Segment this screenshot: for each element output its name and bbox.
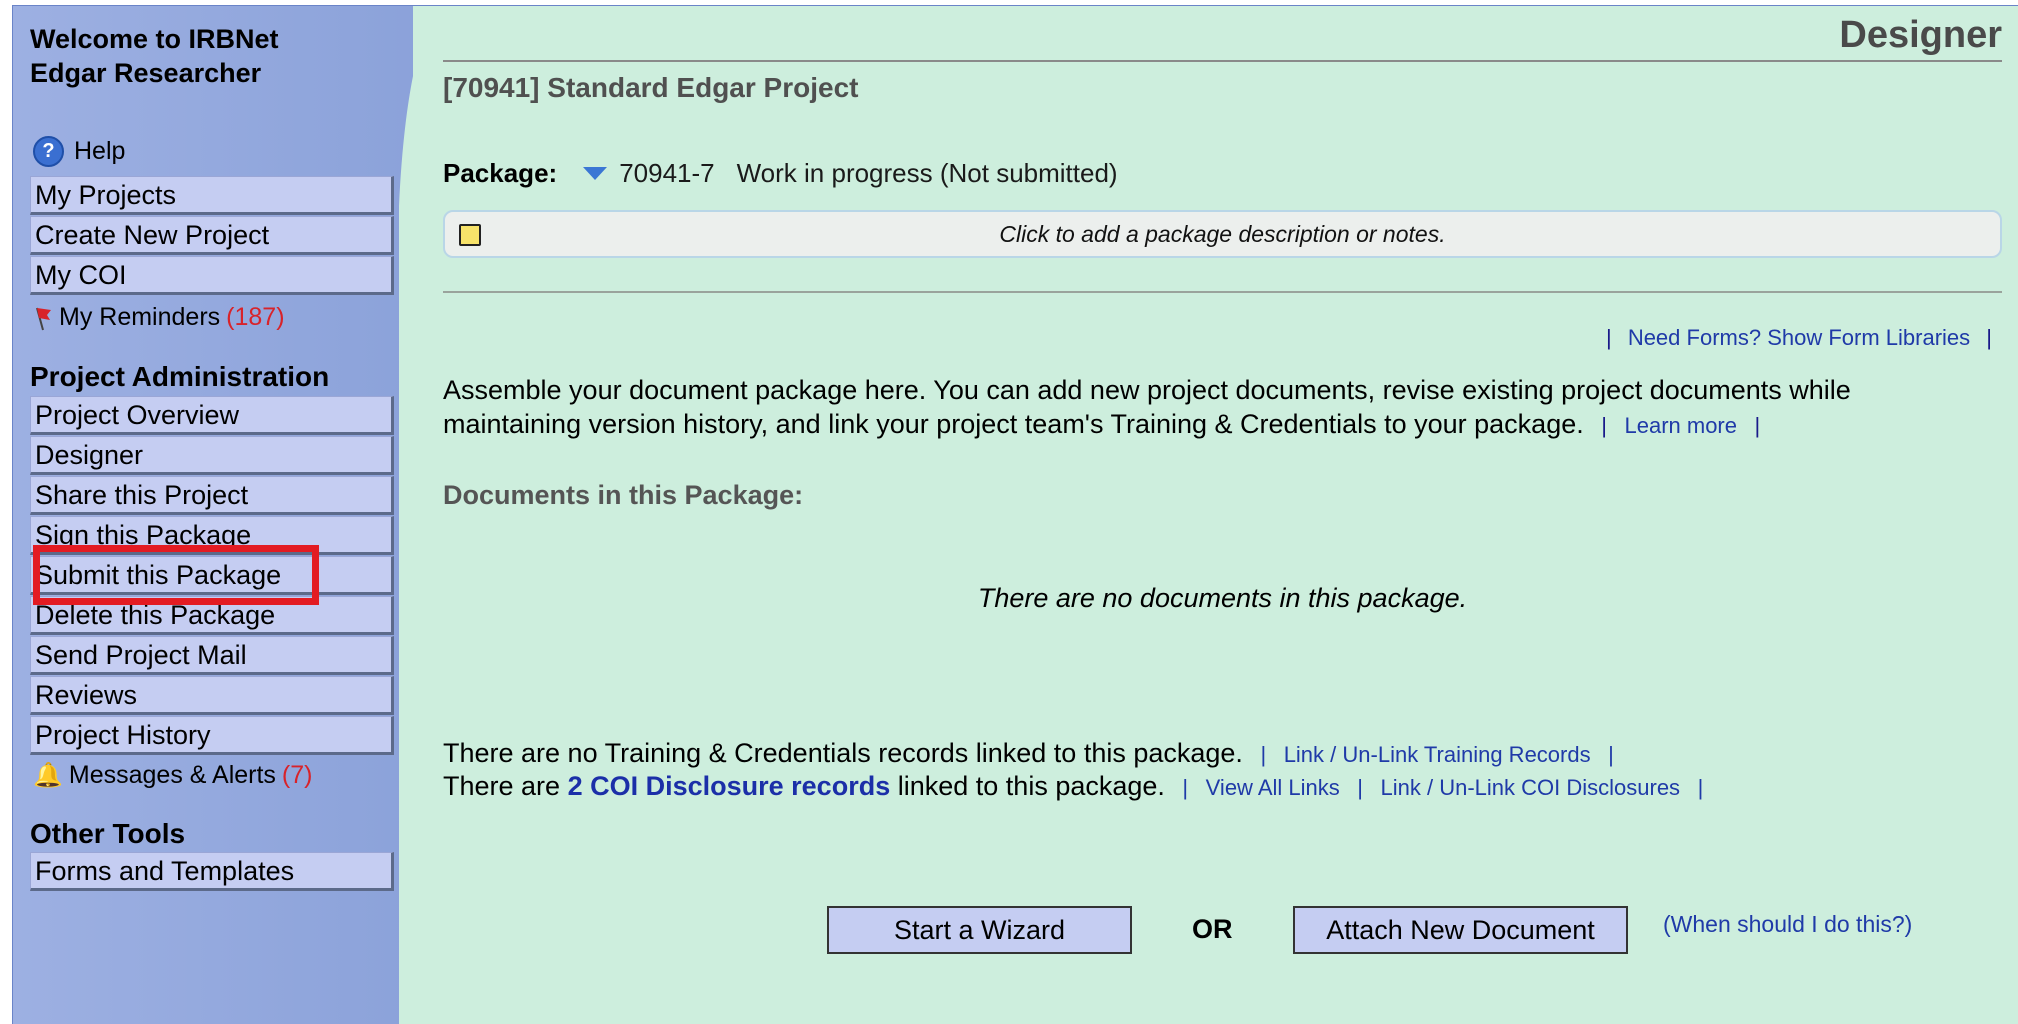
bell-alert-icon: 🔔 [33,762,63,789]
start-wizard-button[interactable]: Start a Wizard [827,906,1132,954]
package-notes-field[interactable]: Click to add a package description or no… [443,210,2002,258]
sidebar: Welcome to IRBNet Edgar Researcher ? Hel… [13,6,394,1024]
welcome-user: Edgar Researcher [30,58,262,88]
highlight-box [33,545,319,605]
sidebar-item-designer[interactable]: Designer [30,436,394,475]
sidebar-item-share-project[interactable]: Share this Project [30,476,394,515]
help-icon: ? [33,136,64,167]
project-title: [70941] Standard Edgar Project [443,72,859,103]
notes-placeholder: Click to add a package description or no… [999,220,1446,247]
sidebar-item-send-project-mail[interactable]: Send Project Mail [30,636,394,675]
separator: | [1601,413,1607,438]
link-coi-disclosures-link[interactable]: Link / Un-Link COI Disclosures [1381,775,1681,800]
sidebar-item-create-new-project[interactable]: Create New Project [30,216,394,255]
messages-count: (7) [281,761,313,789]
other-tools-heading: Other Tools [30,818,186,849]
separator: | [1608,742,1614,767]
sidebar-item-project-overview[interactable]: Project Overview [30,396,394,435]
coi-records-link[interactable]: 2 COI Disclosure records [568,771,891,801]
package-dropdown-icon[interactable] [583,167,608,180]
when-should-i-link[interactable]: (When should I do this?) [1663,911,1912,938]
flag-icon [36,307,51,330]
help-link[interactable]: ? Help [33,136,125,167]
sidebar-item-reviews[interactable]: Reviews [30,676,394,715]
separator: | [1754,413,1761,438]
no-documents-message: There are no documents in this package. [977,583,1468,613]
sidebar-item-my-projects[interactable]: My Projects [30,176,394,215]
project-administration-heading: Project Administration [30,361,330,392]
learn-more-link[interactable]: Learn more [1624,413,1737,438]
coi-suffix: linked to this package. [897,771,1165,801]
separator: | [1357,775,1363,800]
welcome-line1: Welcome to IRBNet [30,24,279,54]
page-title: Designer [1839,14,2002,56]
help-label: Help [74,137,126,165]
sidebar-item-messages-alerts[interactable]: 🔔 Messages & Alerts (7) [33,761,312,790]
welcome-text: Welcome to IRBNet Edgar Researcher [30,22,279,90]
title-divider [443,60,2002,62]
sidebar-item-my-reminders[interactable]: My Reminders (187) [33,303,285,332]
documents-header: Documents in this Package: [443,480,804,510]
forms-link-bar: | Need Forms? Show Form Libraries | [1596,325,2002,351]
separator: | [1260,742,1267,767]
coi-records-line: There are 2 COI Disclosure records linke… [443,771,1713,802]
package-id[interactable]: 70941-7 [619,158,714,189]
separator: | [1182,775,1189,800]
sidebar-item-my-coi[interactable]: My COI [30,256,394,295]
or-label: OR [1192,914,1233,944]
messages-label: Messages & Alerts [68,761,276,789]
training-records-line: There are no Training & Credentials reco… [443,738,1624,769]
coi-prefix: There are [443,771,561,801]
note-icon [459,224,481,246]
link-training-records-link[interactable]: Link / Un-Link Training Records [1284,742,1591,767]
sidebar-item-forms-templates[interactable]: Forms and Templates [30,852,394,891]
package-row: Package: 70941-7 Work in progress (Not s… [443,158,1118,189]
show-form-libraries-link[interactable]: Need Forms? Show Form Libraries [1628,325,1970,350]
attach-new-document-button[interactable]: Attach New Document [1293,906,1628,954]
reminders-label: My Reminders [59,303,221,331]
reminders-count: (187) [226,303,285,331]
section-divider [443,291,2002,293]
separator: | [1697,775,1704,800]
package-status: Work in progress (Not submitted) [736,158,1118,188]
package-label: Package: [443,158,558,188]
training-text: There are no Training & Credentials reco… [443,738,1243,768]
assemble-instructions: Assemble your document package here. You… [443,373,1943,443]
sidebar-item-project-history[interactable]: Project History [30,716,394,755]
separator: | [1986,325,1992,350]
separator: | [1605,325,1612,350]
view-all-links-link[interactable]: View All Links [1206,775,1340,800]
